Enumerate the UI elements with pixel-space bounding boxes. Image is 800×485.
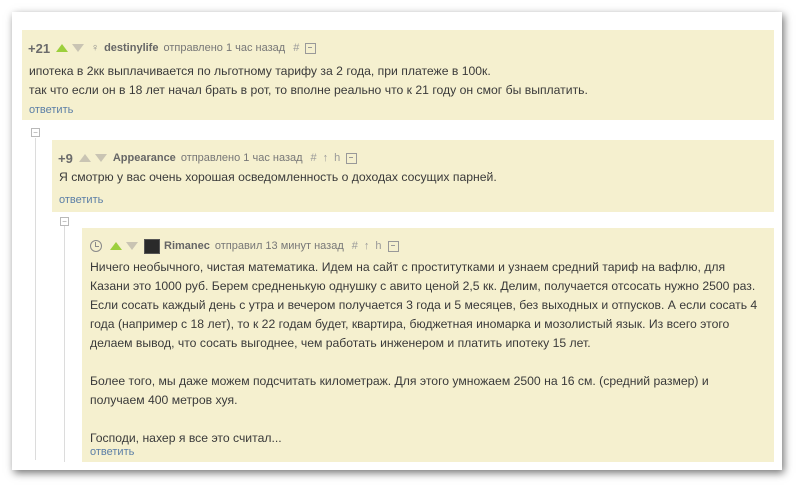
upvote-icon[interactable] [78, 154, 91, 162]
branch-icon[interactable]: h [375, 240, 381, 252]
upvote-icon[interactable] [56, 44, 69, 52]
downvote-icon[interactable] [72, 44, 85, 52]
branch-icon[interactable]: h [334, 152, 340, 164]
comment-rating: +9 [58, 150, 73, 166]
comment-rating: +21 [28, 40, 51, 56]
comment-paragraph: Ничего необычного, чистая математика. Ид… [90, 260, 758, 350]
comment-link-icon[interactable]: # [352, 240, 358, 252]
reply-link[interactable]: ответить [90, 446, 134, 458]
parent-comment-icon[interactable]: ↑ [323, 152, 329, 164]
save-icon[interactable] [387, 240, 399, 252]
parent-comment-icon[interactable]: ↑ [364, 240, 370, 252]
comment-author[interactable]: destinylife [104, 42, 158, 54]
comment-timestamp: отправил 13 минут назад [214, 240, 344, 252]
collapse-thread-button[interactable]: − [31, 128, 40, 137]
comment-author[interactable]: Rimanec [164, 240, 210, 252]
comment-line: так что если он в 18 лет начал брать в р… [29, 83, 588, 97]
comment-body: Я смотрю у вас очень хорошая осведомленн… [59, 168, 759, 187]
reply-link[interactable]: ответить [59, 194, 103, 206]
thread-line [35, 138, 36, 460]
comment-line: Я смотрю у вас очень хорошая осведомленн… [59, 170, 497, 184]
save-icon[interactable] [305, 42, 317, 54]
clock-icon [90, 240, 102, 252]
reply-link[interactable]: ответить [29, 104, 73, 116]
user-avatar-icon: ♀ [90, 42, 100, 54]
comment-timestamp: отправлено 1 час назад [180, 152, 303, 164]
thread-line [64, 226, 65, 462]
comment-paragraph: Более того, мы даже можем подсчитать кил… [90, 374, 709, 407]
comment-header: Rimanec отправил 13 минут назад # ↑ h [90, 234, 399, 258]
comment-body: Ничего необычного, чистая математика. Ид… [90, 258, 766, 448]
user-avatar [144, 238, 160, 254]
comment: +9 Appearance отправлено 1 час назад # ↑… [52, 140, 774, 212]
comment: Rimanec отправил 13 минут назад # ↑ h Ни… [82, 228, 774, 462]
save-icon[interactable] [346, 152, 358, 164]
upvote-icon[interactable] [110, 242, 122, 250]
comment-link-icon[interactable]: # [293, 42, 299, 54]
comment-header: +9 Appearance отправлено 1 час назад # ↑… [58, 146, 358, 170]
comment: +21 ♀ destinylife отправлено 1 час назад… [22, 30, 774, 120]
comment-timestamp: отправлено 1 час назад [163, 42, 286, 54]
comment-line: ипотека в 2кк выплачивается по льготному… [29, 64, 491, 78]
downvote-icon[interactable] [94, 154, 107, 162]
comment-link-icon[interactable]: # [311, 152, 317, 164]
downvote-icon[interactable] [126, 242, 138, 250]
comment-author[interactable]: Appearance [113, 152, 176, 164]
comment-body: ипотека в 2кк выплачивается по льготному… [29, 62, 769, 100]
comment-paragraph: Господи, нахер я все это считал... [90, 431, 282, 445]
collapse-thread-button[interactable]: − [60, 217, 69, 226]
comment-header: +21 ♀ destinylife отправлено 1 час назад… [28, 36, 317, 60]
